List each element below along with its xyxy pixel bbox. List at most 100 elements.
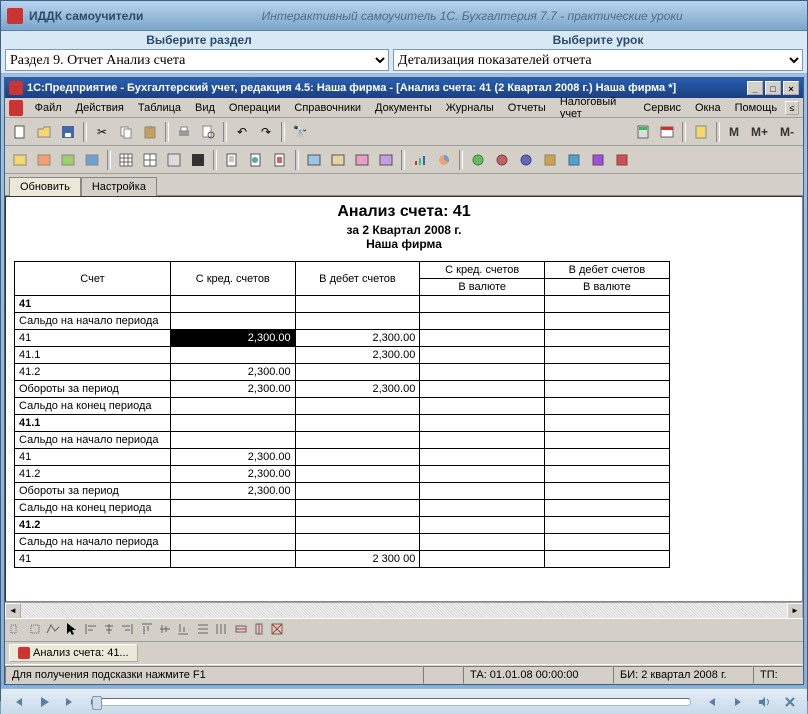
journal3-icon[interactable] [57,149,79,171]
valign2-icon[interactable] [157,621,173,640]
valign3-icon[interactable] [175,621,191,640]
new-icon[interactable] [9,121,31,143]
table-row[interactable]: Обороты за период2,300.002,300.00 [15,381,795,398]
table-row[interactable]: 41.2 [15,517,795,534]
valign1-icon[interactable] [139,621,155,640]
mdi-close-button[interactable]: ≤ [785,101,799,115]
menu-reports[interactable]: Отчеты [502,100,552,116]
memory-mplus[interactable]: M+ [746,121,773,143]
misc6-icon[interactable] [587,149,609,171]
table-row[interactable]: Сальдо на начало периода [15,534,795,551]
dist2-icon[interactable] [213,621,229,640]
paste-icon[interactable] [139,121,161,143]
player-prev-icon[interactable] [7,692,29,712]
misc4-icon[interactable] [539,149,561,171]
player-close-icon[interactable] [779,692,801,712]
size1-icon[interactable] [233,621,249,640]
menu-documents[interactable]: Документы [369,100,438,116]
undo-icon[interactable]: ↶ [231,121,253,143]
table-row[interactable]: Сальдо на начало периода [15,313,795,330]
size2-icon[interactable] [251,621,267,640]
table-row[interactable]: 41.1 [15,415,795,432]
save-icon[interactable] [57,121,79,143]
open-icon[interactable] [33,121,55,143]
player-track[interactable] [91,698,691,706]
chart-icon[interactable] [409,149,431,171]
player-thumb[interactable] [92,696,102,710]
edit3-icon[interactable] [45,621,61,640]
journal1-icon[interactable] [9,149,31,171]
dist1-icon[interactable] [195,621,211,640]
menu-view[interactable]: Вид [189,100,221,116]
menu-directories[interactable]: Справочники [288,100,367,116]
preview-icon[interactable] [197,121,219,143]
memory-mminus[interactable]: M- [775,121,799,143]
op3-icon[interactable] [351,149,373,171]
minimize-button[interactable]: _ [747,81,763,95]
table-row[interactable]: 41.22,300.00 [15,466,795,483]
journal2-icon[interactable] [33,149,55,171]
lesson-select[interactable]: Детализация показателей отчета [393,49,803,71]
menu-operations[interactable]: Операции [223,100,286,116]
menu-service[interactable]: Сервис [637,100,687,116]
table-row[interactable]: Сальдо на начало периода [15,432,795,449]
calendar-icon[interactable] [656,121,678,143]
grid4-icon[interactable] [187,149,209,171]
misc5-icon[interactable] [563,149,585,171]
op1-icon[interactable] [303,149,325,171]
doc2-icon[interactable] [245,149,267,171]
misc3-icon[interactable] [515,149,537,171]
menu-actions[interactable]: Действия [70,100,130,116]
scroll-left-icon[interactable]: ◄ [5,603,21,619]
menu-journals[interactable]: Журналы [440,100,500,116]
horizontal-scrollbar[interactable]: ◄ ► [5,602,803,618]
align3-icon[interactable] [119,621,135,640]
menu-windows[interactable]: Окна [689,100,727,116]
grid1-icon[interactable] [115,149,137,171]
calc-icon[interactable] [632,121,654,143]
align2-icon[interactable] [101,621,117,640]
player-volume-icon[interactable] [753,692,775,712]
edit1-icon[interactable] [9,621,25,640]
table-row[interactable]: Сальдо на конец периода [15,500,795,517]
edit2-icon[interactable] [27,621,43,640]
journal4-icon[interactable] [81,149,103,171]
misc2-icon[interactable] [491,149,513,171]
table-row[interactable]: 412,300.00 [15,449,795,466]
player-skip-fwd-icon[interactable] [727,692,749,712]
copy-icon[interactable] [115,121,137,143]
cut-icon[interactable]: ✂ [91,121,113,143]
pie-icon[interactable] [433,149,455,171]
table-row[interactable]: 41.12,300.00 [15,347,795,364]
align1-icon[interactable] [83,621,99,640]
cursor-icon[interactable] [63,621,79,640]
scroll-right-icon[interactable]: ► [787,603,803,619]
misc1-icon[interactable] [467,149,489,171]
grid2-icon[interactable] [139,149,161,171]
table-row[interactable]: 412,300.002,300.00 [15,330,795,347]
size3-icon[interactable] [269,621,285,640]
menu-file[interactable]: Файл [29,100,68,116]
op2-icon[interactable] [327,149,349,171]
doc-tab-analysis[interactable]: Анализ счета: 41... [9,644,138,662]
table-row[interactable]: 412 300 00 [15,551,795,568]
player-skip-back-icon[interactable] [701,692,723,712]
redo-icon[interactable]: ↷ [255,121,277,143]
find-icon[interactable]: 🔭 [289,121,311,143]
doc1-icon[interactable] [221,149,243,171]
maximize-button[interactable]: □ [765,81,781,95]
player-play-icon[interactable] [33,692,55,712]
help-icon[interactable] [690,121,712,143]
close-button[interactable]: × [783,81,799,95]
menu-table[interactable]: Таблица [132,100,187,116]
table-row[interactable]: 41 [15,296,795,313]
tab-settings[interactable]: Настройка [81,177,157,196]
doc3-icon[interactable] [269,149,291,171]
player-next-icon[interactable] [59,692,81,712]
memory-m[interactable]: M [724,121,744,143]
menu-help[interactable]: Помощь [729,100,784,116]
report-table[interactable]: Счет С кред. счетов В дебет счетов С кре… [14,261,794,568]
grid3-icon[interactable] [163,149,185,171]
table-row[interactable]: Обороты за период2,300.00 [15,483,795,500]
section-select[interactable]: Раздел 9. Отчет Анализ счета [5,49,389,71]
